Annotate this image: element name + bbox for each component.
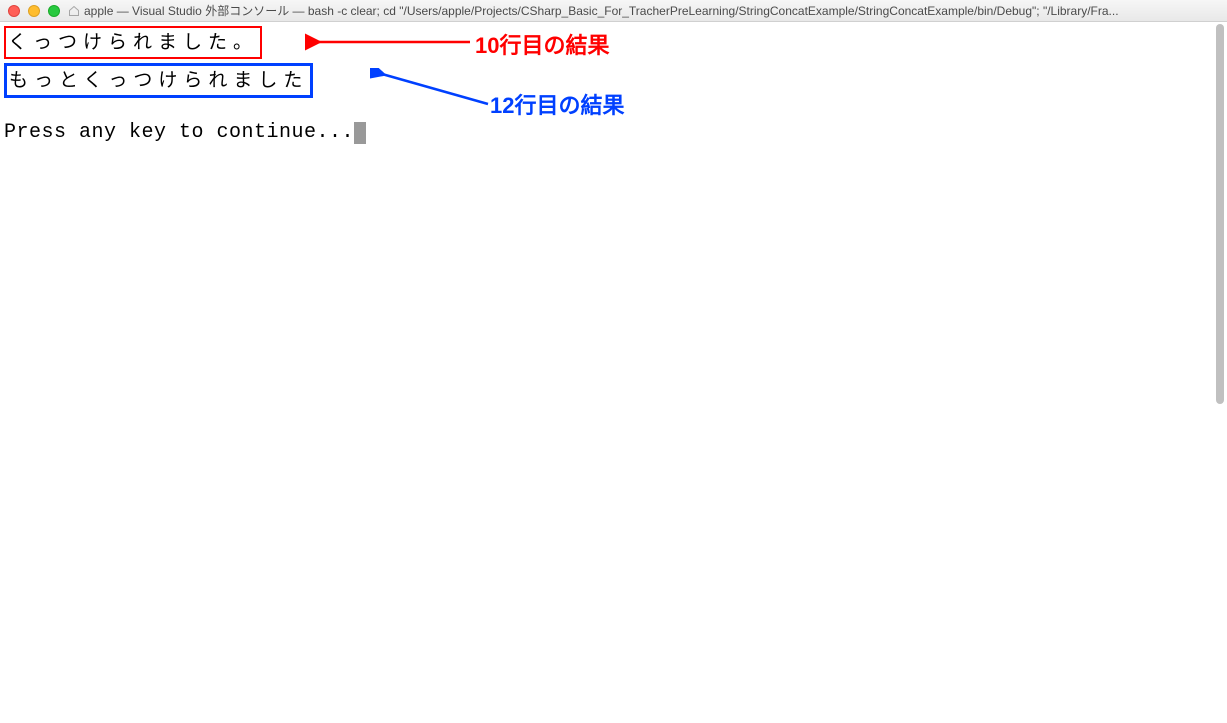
- scrollbar-thumb[interactable]: [1216, 24, 1224, 404]
- cursor-icon: [354, 122, 366, 144]
- terminal-output[interactable]: くっつけられました。 もっとくっつけられました Press any key to…: [0, 22, 1227, 723]
- traffic-lights: [8, 5, 60, 17]
- annotation-red: 10行目の結果: [475, 28, 609, 60]
- prompt-text: Press any key to continue...: [4, 118, 354, 148]
- close-window-button[interactable]: [8, 5, 20, 17]
- minimize-window-button[interactable]: [28, 5, 40, 17]
- vertical-scrollbar[interactable]: [1211, 24, 1225, 721]
- arrow-red-icon: [305, 32, 475, 56]
- arrow-blue-icon: [370, 68, 500, 112]
- console-output-line-1: くっつけられました。: [4, 26, 262, 59]
- title-text: apple — Visual Studio 外部コンソール — bash -c …: [84, 2, 1119, 19]
- window-titlebar: apple — Visual Studio 外部コンソール — bash -c …: [0, 0, 1227, 22]
- annotation-blue: 12行目の結果: [490, 88, 624, 120]
- press-any-key-prompt: Press any key to continue...: [4, 118, 1223, 148]
- maximize-window-button[interactable]: [48, 5, 60, 17]
- console-output-line-2: もっとくっつけられました: [4, 63, 313, 98]
- window-title: apple — Visual Studio 外部コンソール — bash -c …: [68, 2, 1217, 19]
- home-icon: [68, 5, 80, 17]
